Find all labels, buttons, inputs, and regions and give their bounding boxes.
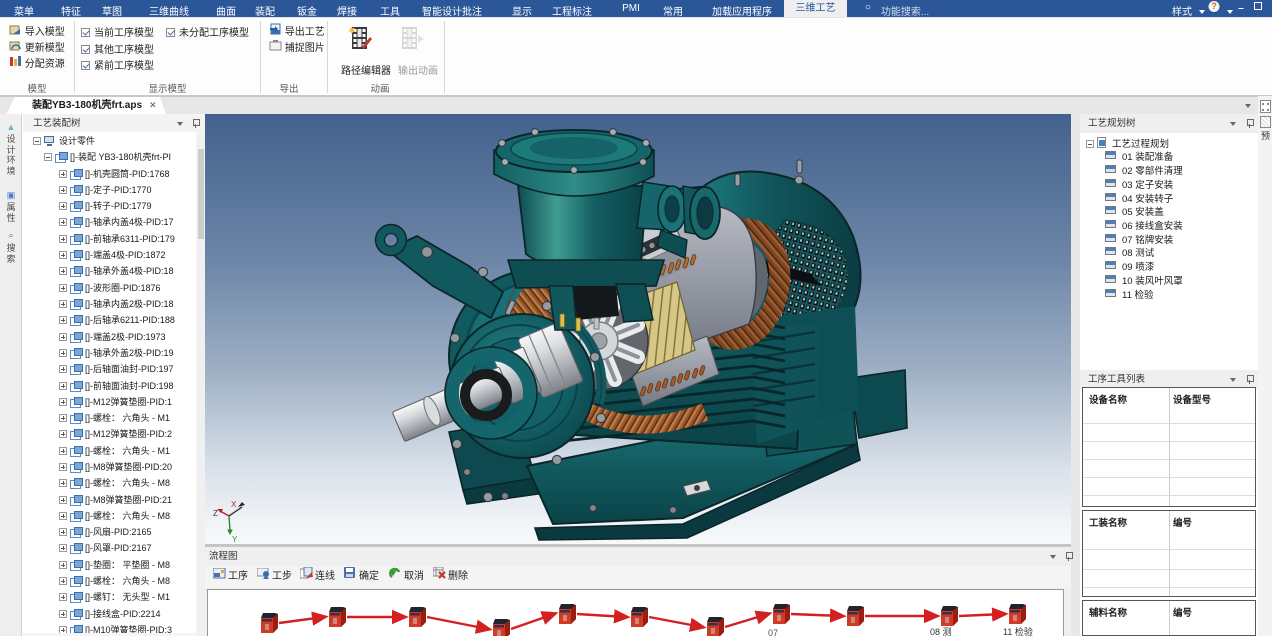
svg-text:Y: Y: [232, 535, 238, 544]
svg-text:08 测: 08 测: [930, 627, 952, 636]
svg-text:07: 07: [768, 628, 778, 636]
svg-text:11 检验: 11 检验: [1003, 626, 1033, 636]
svg-text:X: X: [231, 500, 237, 509]
svg-text:Z: Z: [213, 509, 218, 518]
